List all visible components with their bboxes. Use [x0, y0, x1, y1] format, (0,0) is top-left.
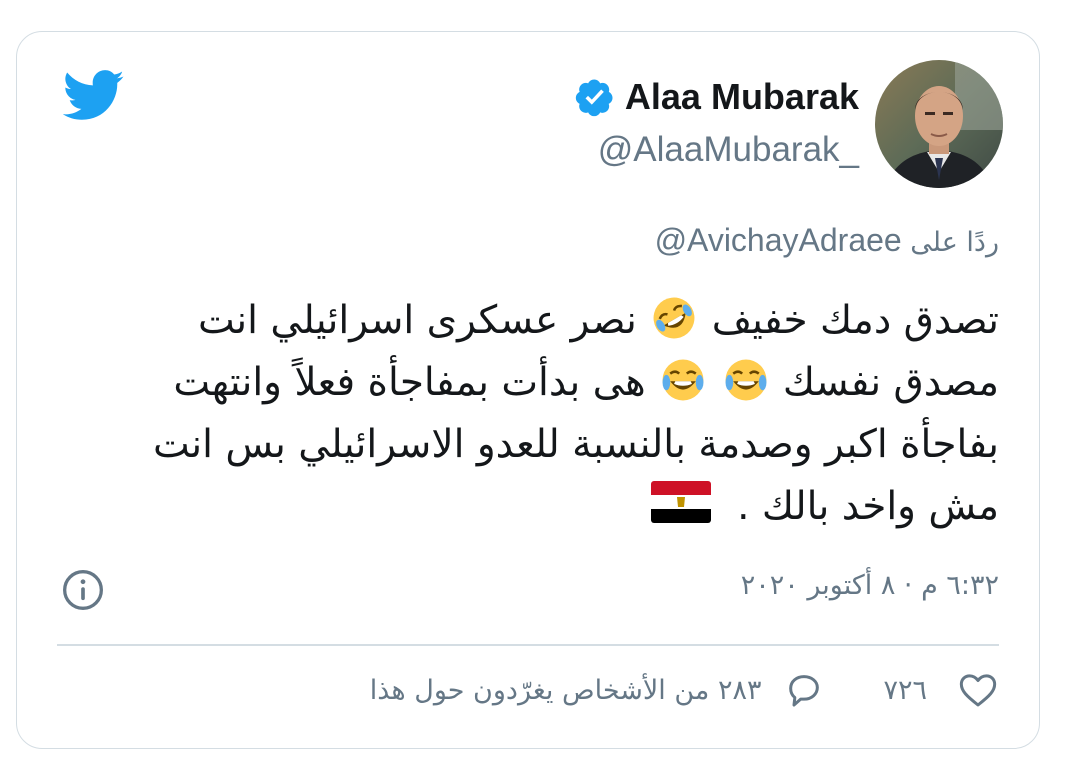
- author-name-row[interactable]: Alaa Mubarak: [575, 76, 859, 118]
- tweet-line-1-a: تصدق دمك خفيف: [711, 298, 999, 343]
- tweet-line-2: مصدق نفسك هى بدأت بمفاجأة فعلاً وانتهت: [59, 352, 999, 414]
- tweet-line-1: تصدق دمك خفيف نصر عسكرى اسرائيلي انت: [59, 290, 999, 352]
- twitter-bird-icon[interactable]: [63, 70, 125, 122]
- reply-to-prefix: ردًا على: [910, 227, 999, 258]
- tweet-line-2-a: مصدق نفسك: [782, 360, 999, 405]
- conversation-text[interactable]: ٢٨٣ من الأشخاص يغرّدون حول هذا: [370, 675, 762, 706]
- rofl-emoji-icon: [653, 297, 695, 339]
- like-count[interactable]: ٧٢٦: [883, 675, 927, 706]
- speech-bubble-icon[interactable]: [783, 670, 825, 710]
- tweet-actions: ٧٢٦ ٢٨٣ من الأشخاص يغرّدون حول هذا: [370, 670, 999, 710]
- tweet-line-4-text: مش واخد بالك .: [737, 484, 999, 529]
- verified-badge-icon: [575, 79, 613, 117]
- profile-avatar[interactable]: [875, 60, 1003, 188]
- conversation-link[interactable]: ٢٨٣ من الأشخاص يغرّدون حول هذا: [370, 670, 826, 710]
- author-handle[interactable]: @AlaaMubarak_: [598, 130, 859, 170]
- tweet-line-1-b: نصر عسكرى اسرائيلي انت: [197, 298, 637, 343]
- tweet-line-2-b: هى بدأت بمفاجأة فعلاً وانتهت: [173, 360, 646, 405]
- tweet-timestamp[interactable]: ٦:٣٢ م · ٨ أكتوبر ٢٠٢٠: [741, 570, 999, 601]
- info-icon[interactable]: [61, 568, 105, 612]
- tweet-text: تصدق دمك خفيف نصر عسكرى اسرائيلي انت مصد…: [59, 290, 999, 538]
- heart-icon[interactable]: [957, 670, 999, 710]
- reply-to-line: ردًا على @AvichayAdraee: [655, 222, 999, 259]
- divider: [57, 644, 999, 646]
- tweet-line-4: مش واخد بالك .: [59, 476, 999, 538]
- reply-to-mention[interactable]: @AvichayAdraee: [655, 222, 902, 258]
- author-display-name[interactable]: Alaa Mubarak: [625, 76, 859, 118]
- tweet-card[interactable]: Alaa Mubarak @AlaaMubarak_ ردًا على @Avi…: [16, 31, 1040, 749]
- tweet-line-3: بفاجأة اكبر وصدمة بالنسبة للعدو الاسرائي…: [152, 422, 999, 467]
- joy-emoji-icon: [662, 359, 704, 401]
- egypt-flag-emoji-icon: [650, 481, 711, 523]
- joy-emoji-icon: [725, 359, 766, 401]
